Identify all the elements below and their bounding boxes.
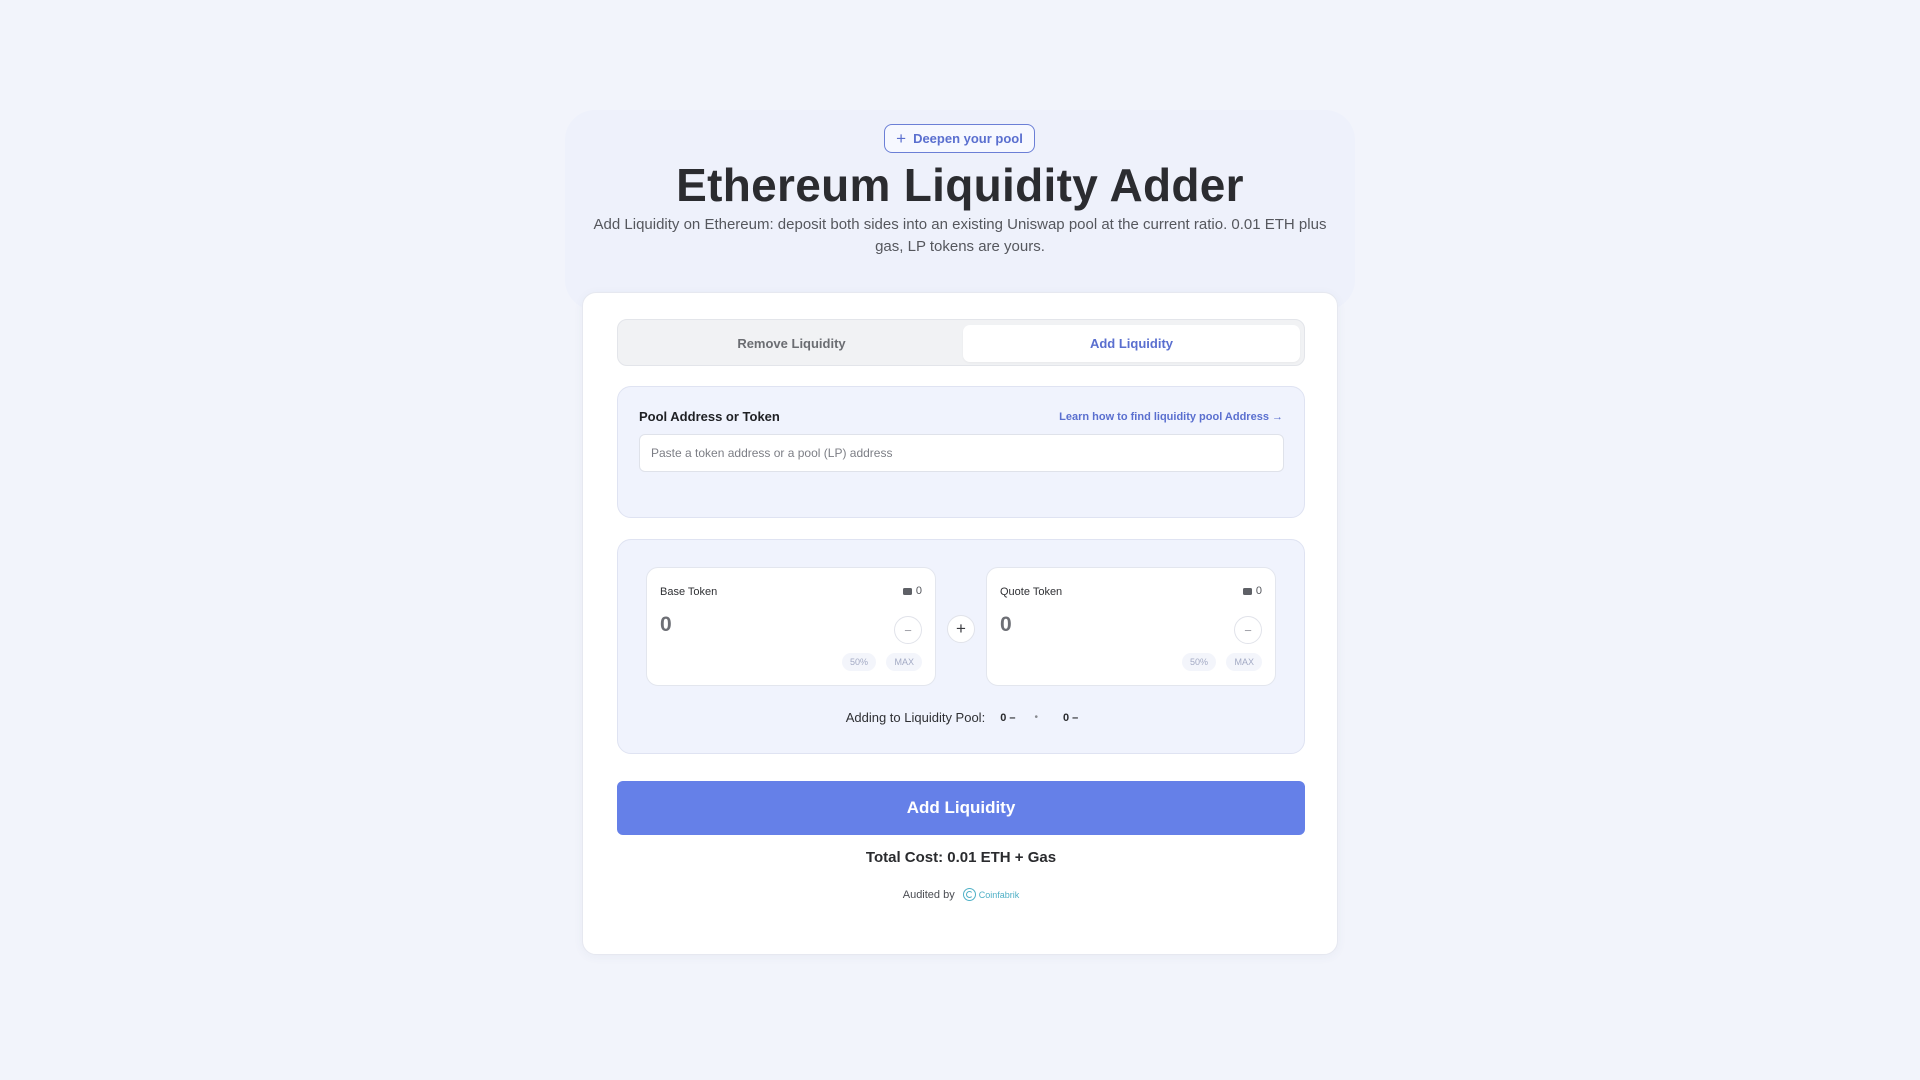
adding-label: Adding to Liquidity Pool: <box>845 710 986 725</box>
pool-address-input[interactable] <box>639 434 1284 472</box>
total-cost: Total Cost: 0.01 ETH + Gas <box>865 849 1057 866</box>
quote-token-balance: 0 <box>1242 585 1262 597</box>
base-50-percent-button[interactable]: 50% <box>841 653 876 671</box>
adding-quote-value: 0 – <box>1063 711 1079 724</box>
base-decrement-button[interactable]: − <box>894 616 922 644</box>
plus-icon: + <box>947 615 975 643</box>
liquidity-card: Remove Liquidity Add Liquidity Pool Addr… <box>582 292 1338 955</box>
tab-add-liquidity[interactable]: Add Liquidity <box>963 325 1300 362</box>
mode-tabs: Remove Liquidity Add Liquidity <box>617 319 1305 366</box>
base-amount-input[interactable]: 0 <box>660 613 672 637</box>
wallet-icon <box>902 587 912 595</box>
deepen-pool-badge[interactable]: + Deepen your pool <box>884 124 1035 153</box>
base-token-balance: 0 <box>902 585 922 597</box>
base-token-label: Base Token <box>660 586 718 598</box>
quote-decrement-button[interactable]: − <box>1234 616 1262 644</box>
tab-remove-liquidity[interactable]: Remove Liquidity <box>623 325 960 362</box>
coinfabrik-logo-icon <box>962 888 976 901</box>
quote-amount-input[interactable]: 0 <box>1000 613 1012 637</box>
find-pool-address-link[interactable]: Learn how to find liquidity pool Address… <box>1059 411 1283 423</box>
quote-token-box: Quote Token 0 0 − 50% MAX <box>986 567 1276 686</box>
page-title: Ethereum Liquidity Adder <box>676 159 1244 211</box>
separator-dot: • <box>1034 712 1038 723</box>
plus-icon: + <box>896 129 907 148</box>
page-subtitle: Add Liquidity on Ethereum: deposit both … <box>593 216 1327 255</box>
base-token-box: Base Token 0 0 − 50% MAX <box>646 567 936 686</box>
quote-max-button[interactable]: MAX <box>1226 653 1262 671</box>
add-liquidity-button[interactable]: Add Liquidity <box>617 781 1305 835</box>
audited-by-row: Audited by Coinfabrik <box>583 888 1339 901</box>
base-balance-value: 0 <box>915 585 922 597</box>
auditor-name: Coinfabrik <box>978 889 1020 900</box>
audited-by-label: Audited by <box>902 888 955 901</box>
pool-address-panel: Pool Address or Token Learn how to find … <box>617 386 1305 518</box>
adding-to-pool-summary: Adding to Liquidity Pool: 0 – • 0 – <box>618 710 1306 725</box>
quote-balance-value: 0 <box>1255 585 1262 597</box>
quote-token-label: Quote Token <box>1000 586 1063 598</box>
wallet-icon <box>1242 587 1252 595</box>
pool-address-label: Pool Address or Token <box>639 409 780 424</box>
token-amounts-panel: Base Token 0 0 − 50% MAX + Quote Token 0… <box>617 539 1305 754</box>
adding-base-value: 0 – <box>1000 711 1016 724</box>
base-max-button[interactable]: MAX <box>886 653 922 671</box>
quote-50-percent-button[interactable]: 50% <box>1181 653 1216 671</box>
badge-label: Deepen your pool <box>913 131 1023 146</box>
coinfabrik-logo[interactable]: Coinfabrik <box>962 888 1020 901</box>
